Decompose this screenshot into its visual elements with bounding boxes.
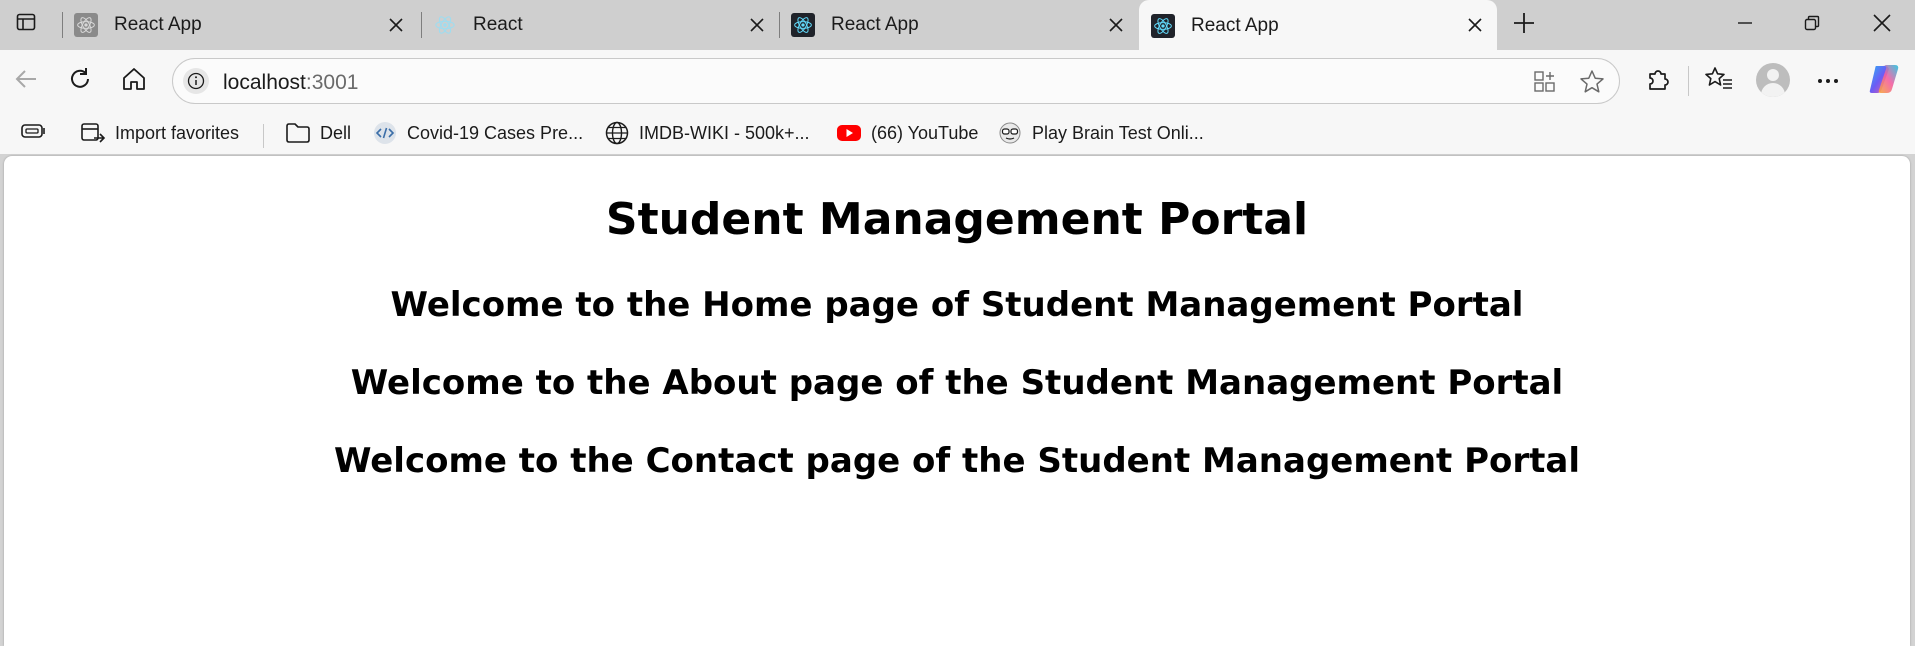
favorites-bar-toggle[interactable] [20,118,46,148]
favorite-import[interactable]: Import favorites [80,118,239,148]
react-logo-icon [433,13,457,37]
globe-icon [604,120,630,146]
url-host: localhost [223,71,306,94]
favorite-brain-test[interactable]: Play Brain Test Onli... [997,118,1204,148]
favorites-separator [263,124,264,148]
react-logo-icon [1151,14,1175,38]
tab-strip: React App React React App React App [0,0,1915,52]
favorite-label: Play Brain Test Onli... [1032,122,1204,143]
favorites-bar: Import favorites Dell Covid-19 Cases Pre… [0,112,1915,154]
avatar-head [1767,69,1779,81]
favorites-button[interactable] [1703,65,1735,97]
favorite-label: Dell [320,122,352,143]
settings-more-button[interactable] [1812,65,1844,97]
url-text[interactable]: localhost:3001 [223,71,358,95]
page-title: Student Management Portal [605,194,1309,245]
contact-heading: Welcome to the Contact page of the Stude… [333,441,1581,481]
app-available-icon[interactable] [1531,68,1559,96]
react-logo-icon [791,13,815,37]
address-bar[interactable]: localhost:3001 [172,58,1620,104]
favorite-label: (66) YouTube [871,122,979,143]
copilot-button[interactable] [1866,63,1902,99]
refresh-icon [67,66,93,97]
toolbar-separator [1688,66,1689,96]
tab-title: React App [1191,15,1279,36]
tab-title: React App [114,14,202,35]
avatar-body [1761,83,1785,97]
tab-title: React [473,14,523,35]
refresh-button[interactable] [64,65,96,97]
code-icon [372,120,398,146]
close-tab-icon[interactable] [1104,13,1128,37]
tab-actions-icon [16,12,36,37]
favorite-covid[interactable]: Covid-19 Cases Pre... [372,118,583,148]
tab-actions-button[interactable] [14,12,38,36]
favorite-label: Import favorites [115,122,240,143]
star-favorite-icon[interactable] [1578,68,1606,96]
home-icon [121,66,147,97]
close-icon [1873,13,1891,37]
collections-icon [20,121,46,146]
youtube-icon [836,120,862,146]
favorite-youtube[interactable]: (66) YouTube [836,118,978,148]
site-info-icon[interactable] [183,68,209,94]
brain-test-icon [997,120,1023,146]
folder-icon [285,120,311,146]
restore-button[interactable] [1797,10,1827,40]
import-favorites-icon [80,120,106,146]
home-button[interactable] [118,65,150,97]
about-heading: Welcome to the About page of the Student… [350,363,1564,403]
close-tab-icon[interactable] [1463,13,1487,37]
tab-3[interactable]: React App [779,0,1138,50]
more-dots-icon [1816,72,1840,90]
favorite-imdb-wiki[interactable]: IMDB-WIKI - 500k+... [604,118,810,148]
new-tab-button[interactable] [1510,11,1538,39]
tab-title: React App [831,14,919,35]
toolbar: localhost:3001 [0,50,1915,112]
puzzle-extensions-icon [1645,66,1671,97]
copilot-icon [1867,62,1901,101]
favorite-dell[interactable]: Dell [285,118,351,148]
favorite-label: Covid-19 Cases Pre... [407,122,584,143]
tab-2[interactable]: React [421,0,779,50]
home-heading: Welcome to the Home page of Student Mana… [390,285,1524,325]
minimize-icon [1737,15,1753,36]
tab-1[interactable]: React App [62,0,418,50]
favorites-star-list-icon [1705,66,1733,97]
url-port: :3001 [305,71,359,94]
restore-icon [1804,15,1820,36]
close-tab-icon[interactable] [745,13,769,37]
close-tab-icon[interactable] [384,13,408,37]
react-logo-icon [74,13,98,37]
back-button[interactable] [10,65,42,97]
profile-avatar[interactable] [1756,63,1790,97]
extensions-button[interactable] [1642,65,1674,97]
back-arrow-icon [14,67,38,96]
close-window-button[interactable] [1867,10,1897,40]
page-viewport: Student Management Portal Welcome to the… [4,156,1910,646]
plus-icon [1513,12,1535,39]
minimize-button[interactable] [1730,10,1760,40]
favorite-label: IMDB-WIKI - 500k+... [639,122,810,143]
tab-4-active[interactable]: React App [1139,0,1497,52]
